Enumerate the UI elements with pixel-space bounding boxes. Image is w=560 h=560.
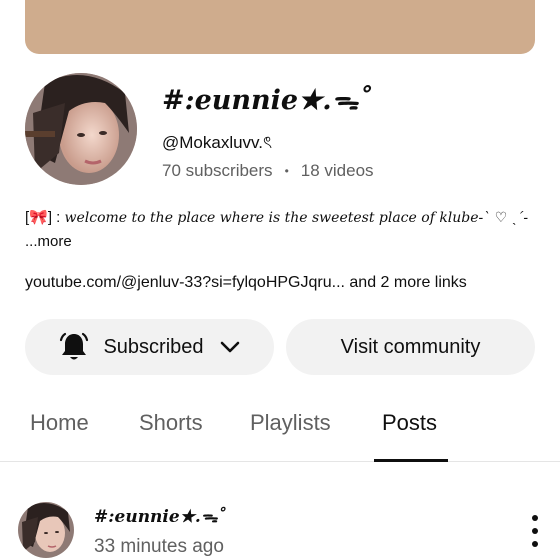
channel-link[interactable]: youtube.com/@jenluv-33?si=fylqoHPGJqru..… — [25, 274, 345, 291]
post-author-avatar[interactable] — [18, 502, 74, 558]
active-tab-indicator — [374, 459, 448, 462]
channel-stats: 70 subscribers • 18 videos — [162, 161, 374, 181]
more-links[interactable]: and 2 more links — [345, 274, 466, 291]
channel-description[interactable]: [🎀] : welcome to the place where is the … — [25, 206, 540, 254]
post-timestamp: 33 minutes ago — [94, 536, 224, 557]
menu-dot — [532, 528, 538, 534]
tab-playlists[interactable]: Playlists — [250, 410, 331, 436]
channel-tabs: Home Shorts Playlists Posts — [0, 396, 560, 462]
description-text: welcome to the place where is the sweete… — [64, 210, 529, 226]
subscriber-count: 70 subscribers — [162, 161, 273, 180]
visit-community-button[interactable]: Visit community — [286, 319, 535, 375]
channel-banner — [25, 0, 535, 54]
subscribed-button[interactable]: Subscribed — [25, 319, 274, 375]
tab-posts[interactable]: Posts — [382, 410, 437, 436]
menu-dot — [532, 541, 538, 547]
channel-name: #:eunnie★.ᯓ˚ — [162, 85, 372, 116]
stats-separator: • — [284, 164, 289, 178]
chevron-down-icon — [218, 335, 242, 359]
visit-community-label: Visit community — [340, 335, 481, 358]
post-author-name[interactable]: #:eunnie★.ᯓ˚ — [94, 504, 226, 527]
channel-avatar[interactable] — [25, 73, 137, 185]
description-more-link[interactable]: ...more — [25, 233, 72, 250]
more-vertical-icon[interactable] — [525, 515, 545, 547]
video-count: 18 videos — [300, 161, 374, 180]
description-prefix: [🎀] : — [25, 209, 65, 226]
subscribed-label: Subscribed — [103, 335, 204, 358]
channel-handle: @Mokaxluvv.ৎ — [162, 133, 273, 152]
tab-shorts[interactable]: Shorts — [139, 410, 203, 436]
channel-links[interactable]: youtube.com/@jenluv-33?si=fylqoHPGJqru..… — [25, 274, 467, 292]
bell-icon — [57, 330, 91, 364]
menu-dot — [532, 515, 538, 521]
tab-home[interactable]: Home — [30, 410, 89, 436]
